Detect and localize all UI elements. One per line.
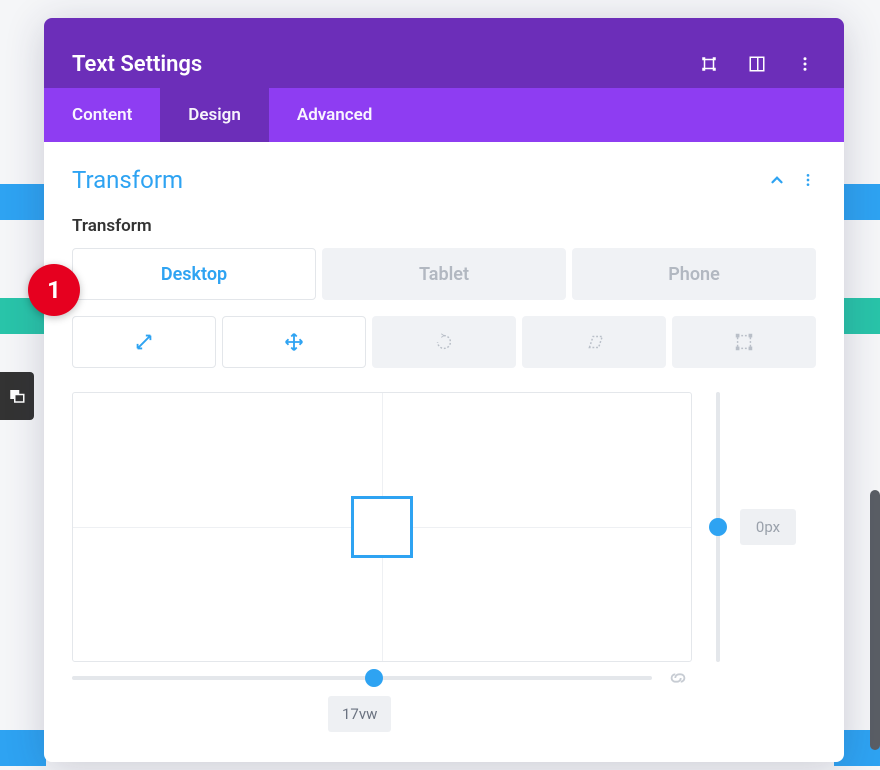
- layers-icon: [8, 387, 26, 405]
- responsive-device-tabs: Desktop Tablet Phone: [72, 248, 816, 300]
- more-options-icon[interactable]: [794, 53, 816, 75]
- rotate-icon: [433, 331, 455, 353]
- field-label-transform: Transform: [72, 216, 816, 236]
- callout-badge-1: 1: [28, 264, 80, 316]
- transform-tab-translate[interactable]: [222, 316, 366, 368]
- origin-icon: [733, 331, 755, 353]
- tab-advanced[interactable]: Advanced: [269, 88, 401, 142]
- chevron-up-icon: [768, 171, 786, 189]
- section-title-transform[interactable]: Transform: [72, 166, 183, 194]
- translate-icon: [283, 331, 305, 353]
- tab-content[interactable]: Content: [44, 88, 160, 142]
- device-tab-desktop[interactable]: Desktop: [72, 248, 316, 300]
- settings-tabbar: Content Design Advanced: [44, 88, 844, 142]
- expand-icon[interactable]: [698, 53, 720, 75]
- layers-toggle-button[interactable]: [0, 372, 34, 420]
- translate-canvas[interactable]: [72, 392, 692, 662]
- translate-y-slider[interactable]: [706, 392, 730, 662]
- link-axes-button[interactable]: [664, 666, 692, 690]
- collapse-section-button[interactable]: [768, 171, 786, 189]
- device-tab-phone[interactable]: Phone: [572, 248, 816, 300]
- transform-type-tabs: [72, 316, 816, 368]
- bg-stripe-blue: [0, 184, 46, 220]
- device-tab-tablet[interactable]: Tablet: [322, 248, 566, 300]
- section-options-button[interactable]: [800, 172, 816, 188]
- translate-y-value[interactable]: 0px: [740, 509, 796, 545]
- transform-tab-skew[interactable]: [522, 316, 666, 368]
- transform-tab-origin[interactable]: [672, 316, 816, 368]
- page-scrollbar[interactable]: [870, 490, 880, 750]
- more-vert-icon: [800, 172, 816, 188]
- modal-header: Text Settings: [44, 18, 844, 88]
- skew-icon: [583, 331, 605, 353]
- text-settings-modal: Text Settings Content Design Advanced Tr…: [44, 18, 844, 762]
- scale-icon: [133, 331, 155, 353]
- snap-icon[interactable]: [746, 53, 768, 75]
- modal-title: Text Settings: [72, 52, 202, 77]
- translate-x-slider[interactable]: [72, 666, 652, 690]
- transform-tab-rotate[interactable]: [372, 316, 516, 368]
- translate-x-value[interactable]: 17vw: [328, 696, 391, 732]
- translate-handle[interactable]: [351, 496, 413, 558]
- bg-stripe-blue-bottom: [0, 730, 46, 766]
- transform-tab-scale[interactable]: [72, 316, 216, 368]
- tab-design[interactable]: Design: [160, 88, 269, 142]
- link-icon: [667, 667, 689, 689]
